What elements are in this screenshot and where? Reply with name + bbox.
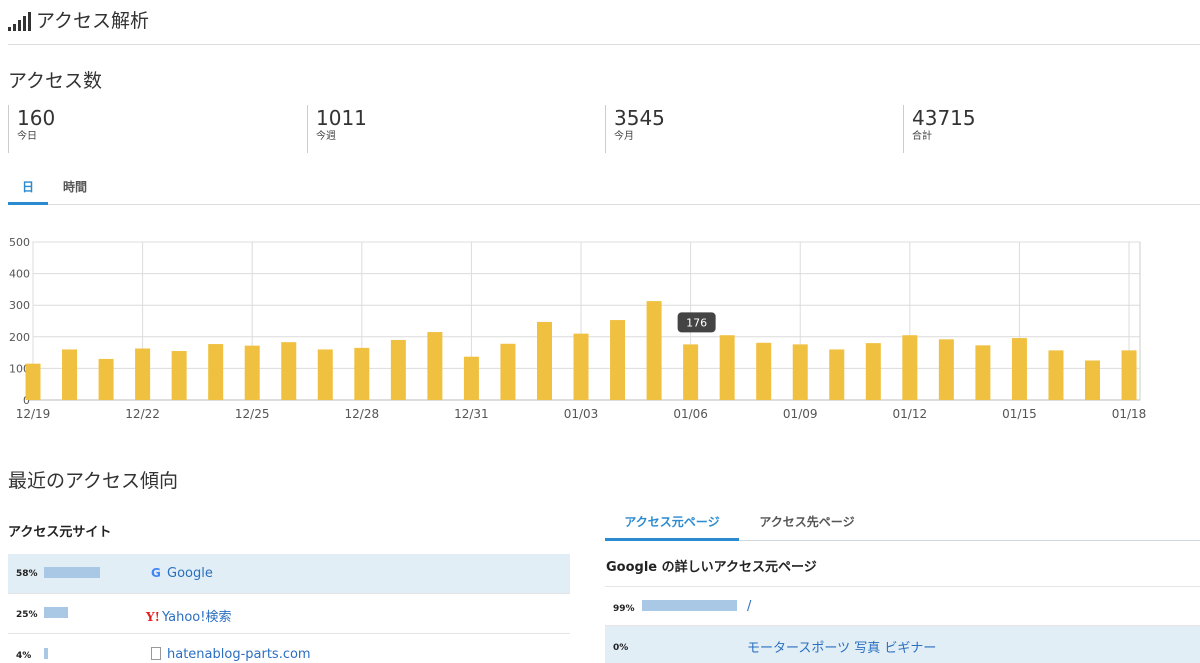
referrer-link-yahoo[interactable]: Y! Yahoo!検索 bbox=[146, 606, 231, 625]
referrer-bar bbox=[44, 567, 100, 578]
bar bbox=[938, 339, 954, 400]
bar-chart-icon bbox=[8, 11, 31, 31]
stat-value: 1011 bbox=[316, 106, 367, 130]
x-tick-label: 01/06 bbox=[673, 407, 708, 421]
stat-week: 1011 今週 bbox=[307, 105, 597, 153]
referrer-label: Google bbox=[167, 566, 213, 581]
detail-row[interactable]: 0% モータースポーツ 写真 ビギナー bbox=[605, 626, 1200, 663]
x-tick-label: 01/18 bbox=[1112, 407, 1147, 421]
bar bbox=[1011, 338, 1027, 400]
bar bbox=[573, 333, 589, 400]
x-tick-label: 01/12 bbox=[893, 407, 928, 421]
access-bar-chart: 010020030040050012/19 12/22 12/25 12/28 12/3… bbox=[9, 236, 1147, 421]
stat-total: 43715 合計 bbox=[903, 105, 1193, 153]
referrer-bar bbox=[44, 648, 48, 659]
stat-value: 43715 bbox=[912, 106, 976, 130]
bar bbox=[902, 335, 918, 400]
detail-row[interactable]: 99% / bbox=[605, 586, 1200, 626]
referrer-row-google[interactable]: 58% G Google bbox=[8, 554, 570, 594]
access-count-title: アクセス数 bbox=[8, 70, 103, 92]
y-tick-label: 300 bbox=[9, 299, 30, 312]
stat-month: 3545 今月 bbox=[605, 105, 895, 153]
stats-row: 160 今日 1011 今週 3545 今月 43715 合計 bbox=[8, 105, 1200, 153]
x-tick-label: 01/15 bbox=[1002, 407, 1037, 421]
recent-access-title: 最近のアクセス傾向 bbox=[8, 470, 179, 492]
page-title: アクセス解析 bbox=[36, 10, 150, 32]
referrer-pct: 25% bbox=[16, 610, 38, 620]
y-tick-label: 400 bbox=[9, 268, 30, 281]
bar bbox=[25, 363, 41, 400]
bar bbox=[281, 342, 297, 400]
stat-label: 合計 bbox=[912, 131, 932, 142]
bar bbox=[719, 335, 735, 400]
detail-bar bbox=[642, 600, 737, 611]
page-icon bbox=[151, 647, 161, 660]
referrer-row-yahoo[interactable]: 25% Y! Yahoo!検索 bbox=[8, 594, 570, 634]
stat-label: 今月 bbox=[614, 131, 634, 142]
referrer-sites-title: アクセス元サイト bbox=[8, 525, 112, 540]
y-tick-label: 200 bbox=[9, 331, 30, 344]
referrer-pct: 4% bbox=[16, 651, 32, 661]
bar bbox=[208, 344, 224, 400]
x-tick-label: 12/31 bbox=[454, 407, 489, 421]
stat-label: 今日 bbox=[17, 131, 37, 142]
bar bbox=[610, 320, 626, 400]
tab-destination-pages[interactable]: アクセス先ページ bbox=[747, 506, 867, 541]
bar bbox=[62, 349, 78, 400]
tab-day[interactable]: 日 bbox=[8, 172, 48, 205]
bar bbox=[683, 344, 699, 400]
x-tick-label: 12/19 bbox=[16, 407, 51, 421]
yahoo-icon: Y! bbox=[146, 610, 160, 624]
period-tabs: 日 時間 bbox=[8, 172, 1200, 205]
bar bbox=[244, 345, 260, 400]
tab-hour[interactable]: 時間 bbox=[56, 172, 94, 205]
google-detail-title: Google の詳しいアクセス元ページ bbox=[606, 560, 817, 575]
bar bbox=[1085, 360, 1101, 400]
referrer-link-google[interactable]: G Google bbox=[151, 566, 213, 581]
y-tick-label: 500 bbox=[9, 236, 30, 249]
referrer-label: hatenablog-parts.com bbox=[167, 647, 311, 662]
stat-today: 160 今日 bbox=[8, 105, 298, 153]
bar bbox=[135, 348, 151, 400]
bar bbox=[829, 349, 845, 400]
x-tick-label: 12/28 bbox=[345, 407, 380, 421]
bar bbox=[865, 343, 881, 400]
bar bbox=[756, 342, 772, 400]
bar bbox=[427, 332, 443, 400]
x-tick-label: 12/22 bbox=[125, 407, 160, 421]
referrer-label: Yahoo!検索 bbox=[162, 610, 232, 625]
bar bbox=[463, 356, 479, 400]
bar bbox=[354, 347, 370, 400]
bar bbox=[98, 358, 114, 400]
bar bbox=[500, 343, 516, 400]
google-icon: G bbox=[151, 566, 161, 580]
stat-value: 160 bbox=[17, 106, 56, 130]
bar bbox=[1121, 350, 1137, 400]
detail-link[interactable]: モータースポーツ 写真 ビギナー bbox=[747, 637, 936, 656]
referrer-pct: 58% bbox=[16, 569, 38, 579]
bar bbox=[975, 345, 991, 400]
x-tick-label: 01/09 bbox=[783, 407, 818, 421]
referrer-link-hatenablog[interactable]: hatenablog-parts.com bbox=[151, 647, 311, 662]
stat-value: 3545 bbox=[614, 106, 665, 130]
tab-referrer-pages[interactable]: アクセス元ページ bbox=[605, 506, 739, 541]
bar bbox=[646, 301, 662, 400]
tooltip-text: 176 bbox=[686, 316, 707, 329]
bar bbox=[390, 339, 406, 400]
x-tick-label: 01/03 bbox=[564, 407, 599, 421]
x-tick-label: 12/25 bbox=[235, 407, 270, 421]
detail-pct: 99% bbox=[613, 604, 635, 614]
bar bbox=[317, 349, 333, 400]
bar bbox=[171, 351, 187, 400]
page-tabs: アクセス元ページ アクセス先ページ bbox=[605, 506, 1200, 541]
page-header: アクセス解析 bbox=[8, 8, 1200, 45]
detail-link[interactable]: / bbox=[747, 599, 751, 614]
referrer-bar bbox=[44, 607, 68, 618]
referrer-row-hatenablog[interactable]: 4% hatenablog-parts.com bbox=[8, 634, 570, 663]
bar bbox=[792, 344, 808, 400]
detail-pct: 0% bbox=[613, 643, 629, 653]
bar bbox=[1048, 350, 1064, 400]
stat-label: 今週 bbox=[316, 131, 336, 142]
bar bbox=[536, 321, 552, 400]
